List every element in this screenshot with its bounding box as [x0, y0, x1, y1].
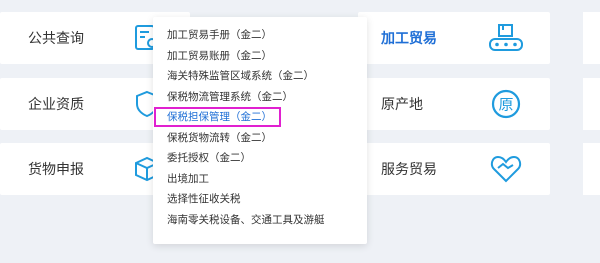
card-service-trade[interactable]: 服务贸易: [358, 143, 550, 195]
menu-item-hainan-zero-tariff[interactable]: 海南零关税设备、交通工具及游艇: [153, 210, 367, 231]
handshake-icon: [484, 152, 528, 186]
svg-text:原: 原: [498, 96, 513, 114]
card-label: 加工贸易: [381, 31, 437, 47]
card-label: 原产地: [381, 97, 423, 113]
conveyor-icon: [484, 21, 528, 55]
card-processing-trade[interactable]: 加工贸易: [358, 12, 550, 64]
menu-item-selective-tariff[interactable]: 选择性征收关税: [153, 189, 367, 210]
menu-item-manual[interactable]: 加工贸易手册（金二）: [153, 25, 367, 46]
processing-trade-dropdown: 加工贸易手册（金二） 加工贸易账册（金二） 海关特殊监管区域系统（金二） 保税物…: [153, 17, 367, 244]
card-label: 公共查询: [28, 31, 84, 47]
menu-item-bonded-guarantee[interactable]: 保税担保管理（金二）: [153, 107, 367, 128]
menu-item-special-zone[interactable]: 海关特殊监管区域系统（金二）: [153, 66, 367, 87]
origin-icon: 原: [484, 87, 528, 121]
card-origin[interactable]: 原产地 原: [358, 78, 550, 130]
menu-item-authorization[interactable]: 委托授权（金二）: [153, 148, 367, 169]
card-label: 货物申报: [28, 162, 84, 178]
card-label: 企业资质: [28, 97, 84, 113]
card-edge: [583, 78, 600, 130]
card-edge: [583, 12, 600, 64]
menu-item-bonded-logistics[interactable]: 保税物流管理系统（金二）: [153, 87, 367, 108]
menu-item-ledger[interactable]: 加工贸易账册（金二）: [153, 46, 367, 67]
menu-item-outward-processing[interactable]: 出境加工: [153, 169, 367, 190]
card-label: 服务贸易: [381, 162, 437, 178]
menu-item-bonded-transfer[interactable]: 保税货物流转（金二）: [153, 128, 367, 149]
card-edge: [583, 143, 600, 195]
